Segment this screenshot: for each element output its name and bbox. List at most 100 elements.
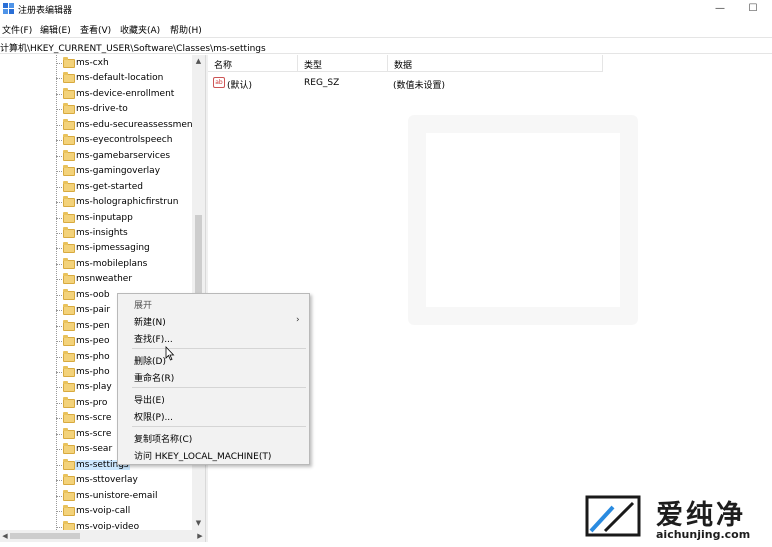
folder-icon [63, 458, 75, 470]
ctx-permissions-label: 权限(P)... [134, 413, 174, 423]
tree-item[interactable]: ms-mobileplans [56, 257, 205, 272]
folder-icon [63, 381, 75, 393]
tree-item[interactable]: ms-holographicfirstrun [56, 195, 205, 210]
submenu-arrow-icon: › [296, 315, 300, 325]
tree-connector [56, 356, 62, 358]
tree-item-label: ms-drive-to [76, 104, 128, 115]
address-path[interactable]: 计算机\HKEY_CURRENT_USER\Software\Classes\m… [0, 41, 266, 54]
menu-edit[interactable]: 编辑(E) [40, 23, 71, 36]
tree-item[interactable]: ms-edu-secureassessment [56, 118, 205, 133]
menu-help[interactable]: 帮助(H) [170, 23, 202, 36]
tree-item-label: ms-oob [76, 289, 110, 300]
column-header-data[interactable]: 数据 [388, 55, 603, 71]
ctx-delete[interactable]: 删除(D) [118, 351, 309, 368]
tree-item[interactable]: msnweather [56, 272, 205, 287]
tree-item[interactable]: ms-insights [56, 226, 205, 241]
folder-icon [63, 319, 75, 331]
scroll-left-icon[interactable]: ◀ [0, 530, 10, 542]
context-menu: 展开 新建(N) › 查找(F)... 删除(D) 重命名(R) 导出(E) 权… [117, 293, 310, 465]
title-bar: 注册表编辑器 — ☐ [0, 0, 772, 18]
value-row[interactable]: ab (默认) REG_SZ (数值未设置) [208, 75, 608, 91]
ctx-copy-key-name[interactable]: 复制项名称(C) [118, 429, 309, 446]
folder-icon [63, 335, 75, 347]
tree-connector [56, 263, 62, 265]
menu-view[interactable]: 查看(V) [80, 23, 111, 36]
tree-item[interactable]: ms-unistore-email [56, 489, 205, 504]
menu-file[interactable]: 文件(F) [2, 23, 32, 36]
tree-connector [56, 78, 62, 80]
tree-item[interactable]: ms-voip-call [56, 504, 205, 519]
scroll-up-icon[interactable]: ▲ [192, 55, 205, 68]
ctx-expand-label: 展开 [134, 301, 153, 311]
tree-connector [56, 464, 62, 466]
tree-item[interactable]: ms-gamingoverlay [56, 164, 205, 179]
ctx-visit-hklm-label: 访问 HKEY_LOCAL_MACHINE(T) [134, 452, 272, 462]
tree-item-label: ms-edu-secureassessment [76, 119, 197, 130]
tree-item[interactable]: ms-voip-video [56, 520, 205, 530]
value-type: REG_SZ [304, 78, 340, 88]
folder-icon [63, 366, 75, 377]
header-divider [208, 71, 603, 72]
tree-item[interactable]: ms-gamebarservices [56, 149, 205, 164]
ctx-expand[interactable]: 展开 [118, 295, 309, 312]
tree-item-label: ms-peo [76, 336, 110, 347]
ctx-separator [132, 348, 306, 349]
tree-item[interactable]: ms-drive-to [56, 102, 205, 117]
tree-item-label: ms-pro [76, 397, 108, 408]
tree-item-label: ms-holographicfirstrun [76, 197, 179, 208]
folder-icon [63, 134, 75, 146]
tree-connector [56, 279, 62, 281]
folder-icon [63, 87, 75, 99]
ctx-separator [132, 387, 306, 388]
ctx-new[interactable]: 新建(N) › [118, 312, 309, 329]
folder-icon [63, 257, 75, 269]
tree-item[interactable]: ms-ipmessaging [56, 241, 205, 256]
folder-icon [63, 242, 75, 254]
scroll-right-icon[interactable]: ▶ [195, 530, 205, 542]
tree-connector [56, 495, 62, 497]
tree-item-label: msnweather [76, 274, 133, 285]
tree-item[interactable]: ms-device-enrollment [56, 87, 205, 102]
watermark-url: aichunjing.com [656, 528, 751, 541]
tree-item[interactable]: ms-eyecontrolspeech [56, 133, 205, 148]
folder-icon [63, 427, 75, 439]
ctx-find[interactable]: 查找(F)... [118, 329, 309, 346]
folder-icon [63, 288, 75, 300]
menu-favorites[interactable]: 收藏夹(A) [120, 23, 160, 36]
tree-horizontal-scrollbar[interactable]: ◀ ▶ [0, 530, 205, 542]
tree-item[interactable]: ms-inputapp [56, 211, 205, 226]
tree-item-label: ms-gamebarservices [76, 150, 171, 161]
tree-item-label: ms-mobileplans [76, 258, 148, 269]
tree-connector [56, 433, 62, 435]
tree-item-label: ms-pair [76, 305, 111, 316]
ctx-rename[interactable]: 重命名(R) [118, 368, 309, 385]
ctx-visit-hklm[interactable]: 访问 HKEY_LOCAL_MACHINE(T) [118, 446, 309, 463]
folder-icon [63, 180, 75, 192]
folder-icon [63, 196, 75, 208]
tree-connector [56, 155, 62, 157]
tree-item[interactable]: ms-sttoverlay [56, 473, 205, 488]
tree-item[interactable]: ms-default-location [56, 71, 205, 86]
regedit-icon [3, 3, 14, 14]
tree-item[interactable]: ms-get-started [56, 180, 205, 195]
maximize-button[interactable]: ☐ [745, 1, 761, 16]
watermark-brand: 爱纯净 [656, 500, 746, 531]
minimize-button[interactable]: — [712, 1, 728, 16]
tree-connector [56, 202, 62, 204]
folder-icon [63, 211, 75, 223]
ctx-new-label: 新建(N) [134, 318, 166, 328]
string-value-icon: ab [213, 77, 225, 88]
ctx-export[interactable]: 导出(E) [118, 390, 309, 407]
column-header-type[interactable]: 类型 [298, 55, 388, 71]
tree-item[interactable]: ms-cxh [56, 56, 205, 71]
scroll-thumb-horizontal[interactable] [10, 533, 80, 539]
ctx-permissions[interactable]: 权限(P)... [118, 407, 309, 424]
tree-connector [56, 449, 62, 451]
column-header-name[interactable]: 名称 [208, 55, 298, 71]
scroll-down-icon[interactable]: ▼ [192, 517, 205, 530]
value-name: (默认) [227, 81, 253, 91]
ctx-find-label: 查找(F)... [134, 335, 173, 345]
address-bar[interactable]: 计算机\HKEY_CURRENT_USER\Software\Classes\m… [0, 37, 772, 54]
ctx-copy-key-name-label: 复制项名称(C) [134, 435, 193, 445]
tree-item-label: ms-sear [76, 444, 113, 455]
